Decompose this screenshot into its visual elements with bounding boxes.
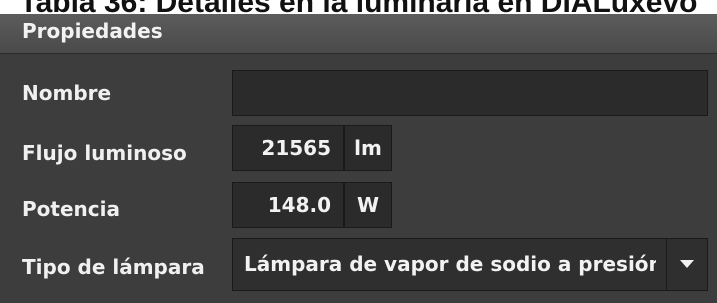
flujo-luminoso-label: Flujo luminoso <box>22 141 187 165</box>
nombre-input[interactable] <box>232 70 708 116</box>
panel-title: Propiedades <box>22 19 163 43</box>
properties-panel: Propiedades Nombre Flujo luminoso 21565 … <box>0 14 717 303</box>
tipo-lampara-select[interactable]: Lámpara de vapor de sodio a presión alta <box>232 238 708 291</box>
tipo-lampara-value: Lámpara de vapor de sodio a presión alta <box>244 252 656 276</box>
flujo-luminoso-input[interactable]: 21565 <box>232 125 344 171</box>
potencia-label: Potencia <box>22 197 120 221</box>
flujo-luminoso-unit: lm <box>344 125 392 171</box>
chevron-down-icon <box>680 260 694 268</box>
potencia-input[interactable]: 148.0 <box>232 182 344 228</box>
dropdown-button[interactable] <box>666 239 707 290</box>
tipo-lampara-label: Tipo de lámpara <box>22 255 205 279</box>
nombre-label: Nombre <box>22 81 112 105</box>
panel-header: Propiedades <box>0 14 717 54</box>
potencia-unit: W <box>344 182 392 228</box>
